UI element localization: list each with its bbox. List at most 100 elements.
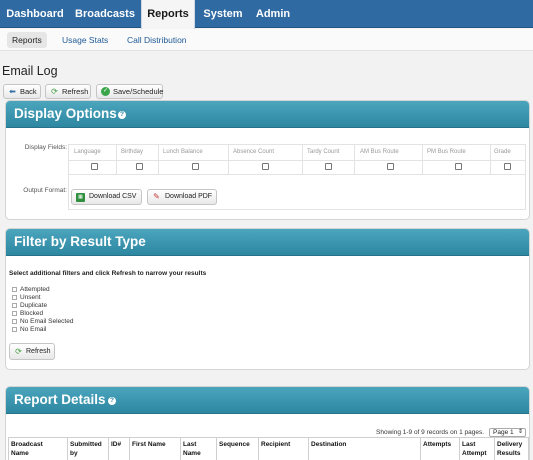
col-line: Attempts [423, 441, 452, 448]
filter-option-label: Unsent [20, 294, 41, 301]
divider [490, 144, 491, 174]
col-first-name[interactable]: First Name [132, 440, 166, 449]
field-pm-bus-route-checkbox[interactable] [455, 163, 462, 170]
tab-dashboard[interactable]: Dashboard [0, 0, 70, 28]
col-sequence[interactable]: Sequence [219, 440, 250, 449]
filter-checkbox[interactable] [12, 326, 17, 332]
save-schedule-button[interactable]: ✓ Save/Schedule [96, 84, 163, 99]
col-line: Destination [311, 441, 347, 448]
filter-checkbox[interactable] [12, 318, 17, 324]
col-line: First Name [132, 441, 166, 448]
divider [302, 144, 303, 174]
field-grade-label: Grade [494, 149, 511, 155]
field-lunch-balance-checkbox[interactable] [192, 163, 199, 170]
tab-admin[interactable]: Admin [250, 0, 296, 28]
field-birthday-label: Birthday [121, 149, 144, 155]
filter-option-attempted[interactable]: Attempted [12, 286, 50, 294]
download-pdf-button[interactable]: ✎ Download PDF [147, 189, 217, 205]
col-last-name[interactable]: Last Name [183, 440, 201, 458]
divider [68, 144, 526, 145]
display-options-title: Display Options [14, 106, 117, 121]
download-csv-button[interactable]: ▦ Download CSV [71, 189, 142, 205]
filter-option-blocked[interactable]: Blocked [12, 310, 43, 318]
back-button[interactable]: ⬅ Back [3, 84, 41, 99]
field-language-label: Language [74, 149, 101, 155]
filter-refresh-label: Refresh [26, 348, 51, 355]
help-icon[interactable]: ? [108, 397, 116, 405]
tab-system[interactable]: System [196, 0, 250, 28]
page-title: Email Log [2, 64, 58, 78]
col-line: Recipient [261, 441, 291, 448]
filter-option-no-email[interactable]: No Email [12, 326, 46, 334]
field-absence-count-checkbox[interactable] [262, 163, 269, 170]
filter-checkbox[interactable] [12, 310, 17, 316]
field-tardy-count-checkbox[interactable] [325, 163, 332, 170]
filter-option-label: Duplicate [20, 302, 48, 309]
help-icon[interactable]: ? [118, 111, 126, 119]
refresh-icon: ⟳ [51, 87, 58, 96]
filter-header: Filter by Result Type [6, 229, 529, 256]
refresh-icon: ⟳ [15, 347, 22, 356]
divider [528, 437, 529, 460]
top-nav: Dashboard Broadcasts Reports System Admi… [0, 0, 533, 29]
divider [158, 144, 159, 174]
col-line: Broadcast [11, 441, 43, 448]
col-line: Attempt [462, 450, 487, 457]
field-grade-checkbox[interactable] [504, 163, 511, 170]
divider [8, 437, 9, 460]
display-fields-label: Display Fields: [24, 144, 67, 151]
divider [116, 144, 117, 174]
save-schedule-label: Save/Schedule [113, 87, 164, 96]
subtab-call-distribution[interactable]: Call Distribution [127, 32, 187, 48]
col-id[interactable]: ID# [111, 440, 121, 449]
filter-checkbox[interactable] [12, 302, 17, 308]
records-summary: Showing 1-9 of 9 records on 1 pages. [376, 429, 485, 436]
col-line: Last [183, 441, 197, 448]
filter-option-no-email-selected[interactable]: No Email Selected [12, 318, 73, 326]
download-pdf-label: Download PDF [165, 193, 213, 200]
filter-checkbox[interactable] [12, 294, 17, 300]
display-options-header: Display Options ? [6, 101, 529, 128]
field-language-checkbox[interactable] [91, 163, 98, 170]
filter-refresh-button[interactable]: ⟳ Refresh [9, 343, 55, 360]
col-broadcast-name[interactable]: Broadcast Name [11, 440, 43, 458]
field-birthday-checkbox[interactable] [136, 163, 143, 170]
divider [494, 437, 495, 460]
refresh-button[interactable]: ⟳ Refresh [45, 84, 91, 99]
divider [68, 209, 526, 210]
download-csv-label: Download CSV [89, 193, 137, 200]
col-attempts[interactable]: Attempts [423, 440, 451, 449]
filter-option-label: Attempted [20, 286, 50, 293]
subtab-usage-stats[interactable]: Usage Stats [62, 32, 108, 48]
pdf-file-icon: ✎ [153, 192, 160, 201]
filter-option-unsent[interactable]: Unsent [12, 294, 41, 302]
col-line: Delivery [497, 441, 523, 448]
tab-broadcasts[interactable]: Broadcasts [70, 0, 140, 28]
report-details-title: Report Details [14, 392, 106, 407]
divider [258, 437, 259, 460]
divider [308, 437, 309, 460]
field-am-bus-route-checkbox[interactable] [387, 163, 394, 170]
divider [68, 160, 526, 161]
display-options-panel: Display Options ? Display Fields: Langua… [5, 100, 530, 220]
col-last-attempt[interactable]: Last Attempt [462, 440, 487, 458]
tab-reports[interactable]: Reports [141, 0, 195, 29]
divider [525, 144, 526, 209]
divider [216, 437, 217, 460]
field-tardy-count-label: Tardy Count [307, 149, 340, 155]
col-submitted-by[interactable]: Submitted by [70, 440, 102, 458]
col-destination[interactable]: Destination [311, 440, 346, 449]
col-delivery-results[interactable]: Delivery Results [497, 440, 522, 458]
divider [67, 437, 68, 460]
col-line: Sequence [219, 441, 250, 448]
col-recipient[interactable]: Recipient [261, 440, 290, 449]
divider [108, 437, 109, 460]
divider [129, 437, 130, 460]
filter-option-label: No Email Selected [20, 318, 74, 325]
csv-file-icon: ▦ [76, 193, 85, 202]
page-select[interactable]: Page 1 ⇕ [489, 428, 526, 437]
subtab-reports[interactable]: Reports [7, 32, 47, 48]
filter-option-duplicate[interactable]: Duplicate [12, 302, 47, 310]
filter-checkbox[interactable] [12, 286, 17, 292]
filter-option-label: No Email [20, 326, 47, 333]
